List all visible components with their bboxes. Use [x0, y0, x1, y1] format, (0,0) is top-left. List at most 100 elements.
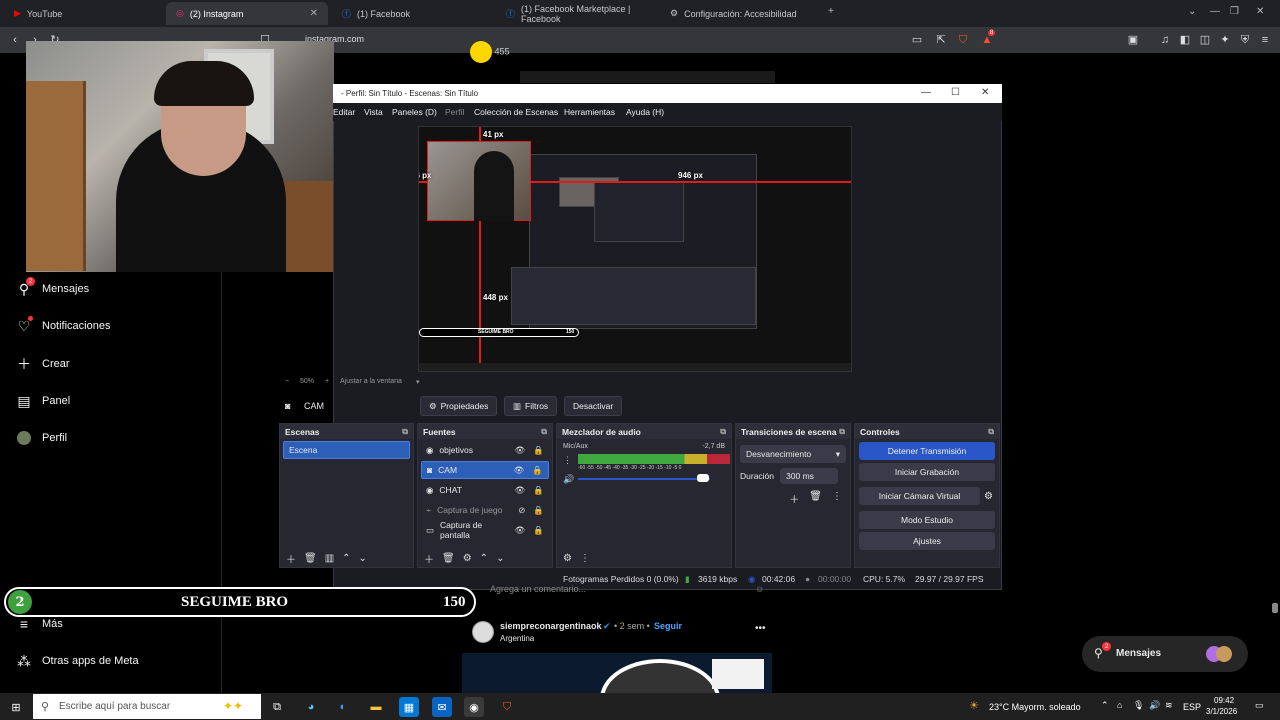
speaker-icon[interactable]: 🔊 [563, 474, 574, 485]
kebab-icon[interactable]: ⋮ [832, 491, 842, 506]
comment-input[interactable]: Agrega un comentario... [490, 584, 586, 594]
add-icon[interactable]: ＋ [424, 551, 434, 566]
microphone-icon[interactable]: 🎙 [1133, 700, 1144, 711]
notification-icon[interactable]: ▭ [1255, 700, 1264, 711]
eye-icon[interactable]: 👁 [515, 485, 526, 496]
source-item[interactable]: ◉ objetivos 👁 🔒 [421, 441, 549, 459]
disable-button[interactable]: Desactivar [564, 396, 623, 416]
tab-youtube[interactable]: ▶ YouTube [4, 2, 164, 25]
source-item[interactable]: ◉ CHAT 👁 🔒 [421, 481, 549, 499]
popout-icon[interactable]: ⧉ [720, 427, 726, 437]
trash-icon[interactable]: 🗑 [304, 553, 317, 564]
menu-scene-collection[interactable]: Colección de Escenas [474, 107, 558, 117]
network-icon[interactable]: ⌂ [1117, 700, 1122, 710]
start-recording-button[interactable]: Iniciar Grabación [859, 463, 995, 481]
chevron-down-icon[interactable]: ▾ [416, 378, 420, 386]
zoom-out-icon[interactable]: − [285, 378, 289, 385]
language-indicator[interactable]: ESP [1183, 702, 1201, 712]
store-icon[interactable]: ▦ [399, 697, 419, 717]
sidebar-item-create[interactable]: ＋ Crear [16, 356, 70, 372]
down-icon[interactable]: ⌄ [496, 553, 504, 564]
up-icon[interactable]: ⌃ [480, 553, 488, 564]
lock-icon[interactable]: 🔒 [532, 465, 543, 476]
menu-tools[interactable]: Herramientas [564, 107, 615, 117]
eye-icon[interactable]: 👁 [514, 465, 525, 476]
trash-icon[interactable]: 🗑 [442, 553, 455, 564]
add-icon[interactable]: ＋ [789, 491, 799, 506]
new-tab-button[interactable]: + [828, 6, 834, 17]
menu-docks[interactable]: Paneles (D) [392, 107, 437, 117]
kebab-icon[interactable]: ⋮ [563, 455, 572, 466]
tab-facebook[interactable]: ⓕ (1) Facebook [332, 2, 492, 25]
music-icon[interactable]: ♫ [1158, 33, 1172, 47]
mixer-settings-icon[interactable]: ⚙ [563, 553, 572, 564]
task-view-icon[interactable]: ⧉ [267, 697, 287, 717]
filters-button[interactable]: ▥ Filtros [504, 396, 558, 416]
trash-icon[interactable]: 🗑 [809, 491, 822, 506]
vpn-icon[interactable]: ⛨ [1238, 33, 1252, 47]
minimize-icon[interactable]: — [1210, 6, 1220, 17]
edge-icon[interactable]: ◐ [333, 697, 353, 717]
wifi-icon[interactable]: ≋ [1165, 700, 1173, 711]
obs-preview-canvas[interactable]: 41 px 26 px 946 px 448 px SEGUIME BRO 15… [418, 126, 852, 372]
more-options-icon[interactable]: ••• [755, 623, 766, 634]
menu-view[interactable]: Vista [364, 107, 383, 117]
chevron-up-icon[interactable]: ⌃ [1101, 700, 1109, 711]
tab-facebook-marketplace[interactable]: ⓕ (1) Facebook Marketplace | Facebook [496, 2, 658, 25]
brave-shield-icon[interactable]: ⛉ [956, 33, 970, 47]
chevron-down-icon[interactable]: ⌄ [1188, 6, 1196, 17]
up-icon[interactable]: ⌃ [342, 553, 350, 564]
start-virtual-camera-button[interactable]: Iniciar Cámara Virtual [859, 487, 981, 505]
post-image[interactable] [462, 653, 772, 693]
lock-icon[interactable]: 🔒 [533, 445, 544, 456]
search-input[interactable]: Escribe aquí para buscar [59, 701, 170, 712]
popout-icon[interactable]: ⧉ [988, 427, 994, 437]
eye-hidden-icon[interactable]: ⊘ [518, 505, 525, 516]
cast-icon[interactable]: ▭ [910, 33, 924, 47]
post-username[interactable]: siempreconargentinaok [500, 621, 602, 631]
volume-slider-handle[interactable] [697, 474, 709, 482]
transition-select[interactable]: Desvanecimiento ▾ [740, 445, 846, 463]
post-location[interactable]: Argentina [500, 634, 534, 643]
sidebar-icon[interactable]: ▣ [1126, 33, 1140, 47]
clock-date[interactable]: 3/1/2026 [1206, 707, 1237, 716]
popout-icon[interactable]: ⧉ [541, 427, 547, 437]
gear-icon[interactable]: ⚙ [984, 491, 993, 502]
sidebar-item-meta-apps[interactable]: ⁂ Otras apps de Meta [16, 653, 139, 669]
eye-icon[interactable]: 👁 [515, 445, 526, 456]
volume-slider[interactable] [578, 478, 710, 480]
taskbar-search[interactable]: ⚲ Escribe aquí para buscar ✦✦ [33, 694, 261, 719]
messages-float-button[interactable]: ⚲ 2 Mensajes [1082, 636, 1248, 672]
scrollbar-thumb[interactable] [1272, 603, 1278, 613]
close-icon[interactable]: ✕ [981, 87, 989, 98]
lock-icon[interactable]: 🔒 [533, 525, 544, 536]
scene-item[interactable]: Escena [283, 441, 410, 459]
sidebar-item-more[interactable]: ≡ Más [16, 616, 63, 632]
share-icon[interactable]: ⇱ [934, 33, 948, 47]
menu-profile[interactable]: Perfil [445, 107, 464, 117]
minimize-icon[interactable]: — [921, 87, 931, 98]
tab-settings-accessibility[interactable]: ⚙ Configuración: Accesibilidad [660, 2, 822, 25]
brave-icon[interactable]: ⛉ [497, 697, 517, 717]
sidebar-item-panel[interactable]: ▤ Panel [16, 393, 70, 409]
zoom-fit-label[interactable]: Ajustar a la ventana [340, 378, 402, 385]
copilot-icon[interactable]: ◕ [301, 697, 321, 717]
eye-icon[interactable]: 👁 [515, 525, 526, 536]
menu-help[interactable]: Ayuda (H) [626, 107, 664, 117]
source-item[interactable]: ⌁ Captura de juego ⊘ 🔒 [421, 501, 549, 519]
leo-icon[interactable]: ✦ [1218, 33, 1232, 47]
maximize-icon[interactable]: ☐ [951, 87, 960, 98]
add-icon[interactable]: ＋ [286, 551, 296, 566]
sidebar-item-profile[interactable]: Perfil [16, 430, 67, 446]
studio-mode-button[interactable]: Modo Estudio [859, 511, 995, 529]
down-icon[interactable]: ⌄ [359, 553, 367, 564]
duration-input[interactable]: 300 ms [780, 468, 839, 484]
obs-icon[interactable]: ◉ [464, 697, 484, 717]
close-tab-icon[interactable]: ✕ [310, 8, 318, 19]
clock-time[interactable]: 09:42 [1214, 696, 1234, 705]
close-window-icon[interactable]: ✕ [1256, 6, 1264, 17]
gear-icon[interactable]: ⚙ [463, 553, 472, 564]
mail-icon[interactable]: ✉ [432, 697, 452, 717]
wallet-icon[interactable]: ◫ [1198, 33, 1212, 47]
back-icon[interactable]: ‹ [8, 33, 22, 47]
